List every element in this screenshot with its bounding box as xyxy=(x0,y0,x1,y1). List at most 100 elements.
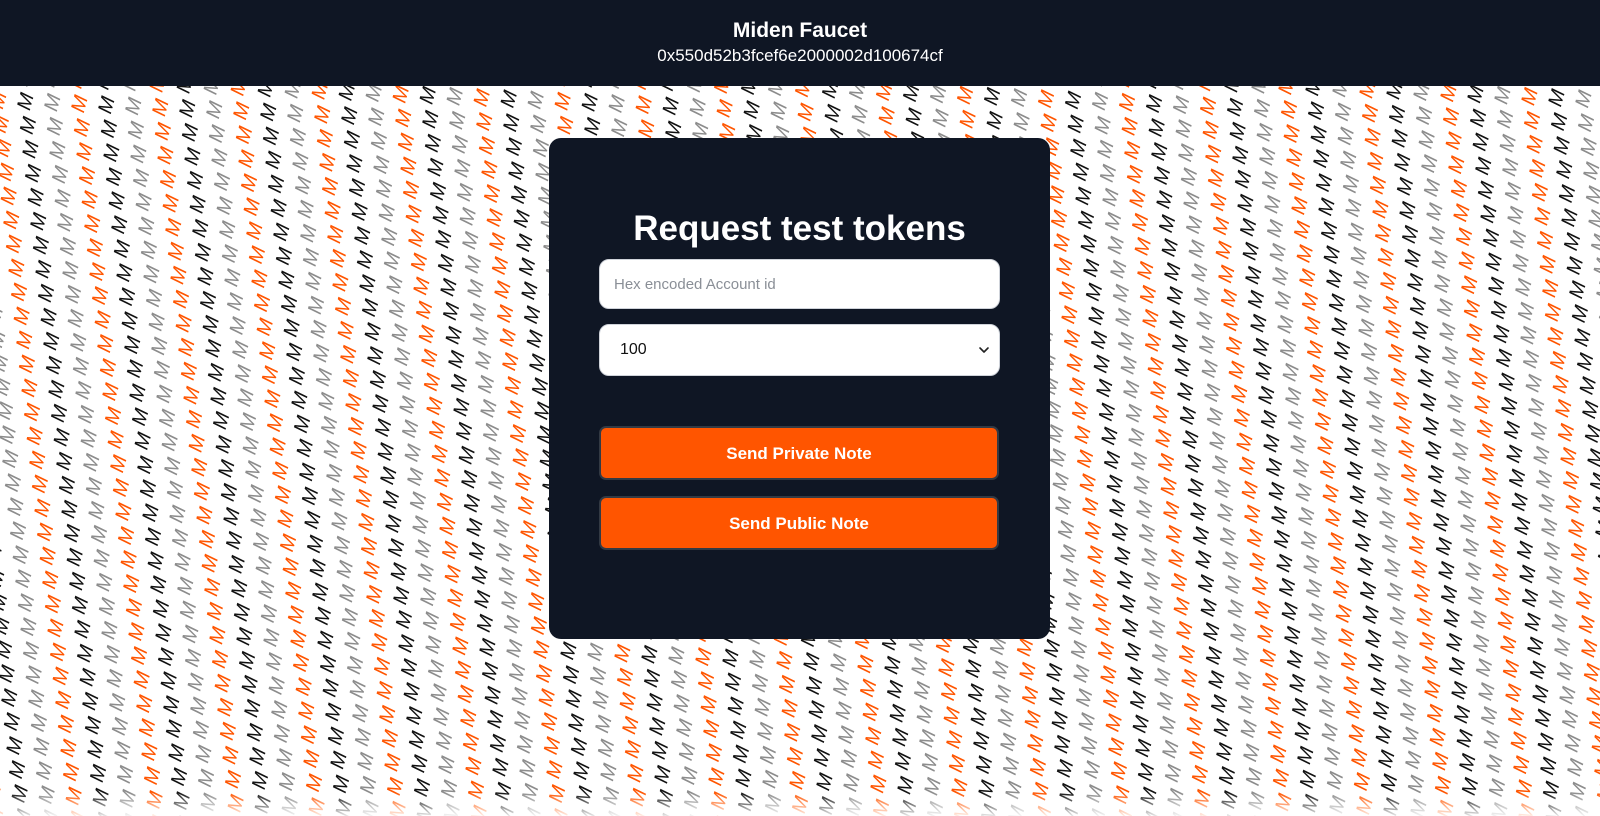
pattern-glyph: M xyxy=(1275,576,1301,598)
pattern-glyph: M xyxy=(339,368,365,390)
pattern-glyph: M xyxy=(1577,136,1600,158)
pattern-glyph: M xyxy=(462,516,488,538)
pattern-glyph: M xyxy=(1316,459,1342,481)
pattern-glyph: M xyxy=(1411,344,1437,366)
pattern-glyph: M xyxy=(1284,410,1310,432)
pattern-glyph: M xyxy=(1148,642,1174,664)
pattern-glyph: M xyxy=(0,687,23,709)
pattern-glyph: M xyxy=(1420,678,1446,700)
pattern-glyph: M xyxy=(369,154,395,176)
pattern-glyph: M xyxy=(313,128,339,150)
pattern-glyph: M xyxy=(650,764,676,786)
pattern-glyph: M xyxy=(132,693,158,715)
pattern-glyph: M xyxy=(1174,142,1200,164)
pattern-glyph: M xyxy=(1428,249,1454,271)
pattern-glyph: M xyxy=(479,422,505,444)
pattern-glyph: M xyxy=(56,737,82,759)
pattern-glyph: M xyxy=(1344,221,1370,243)
pattern-glyph: M xyxy=(430,467,456,489)
pattern-glyph: M xyxy=(1403,272,1429,294)
pattern-glyph: M xyxy=(1559,470,1585,492)
pattern-glyph: M xyxy=(0,352,13,374)
pattern-glyph: M xyxy=(1290,219,1316,241)
pattern-glyph: M xyxy=(107,214,133,236)
pattern-glyph: M xyxy=(333,558,359,580)
pattern-glyph: M xyxy=(915,728,941,750)
amount-select[interactable]: 100 xyxy=(599,324,1000,376)
pattern-glyph: M xyxy=(502,638,528,660)
send-public-note-button[interactable]: Send Public Note xyxy=(599,496,999,550)
pattern-glyph: M xyxy=(6,520,32,542)
pattern-glyph: M xyxy=(1225,359,1251,381)
pattern-glyph: M xyxy=(327,510,353,532)
pattern-glyph: M xyxy=(1369,700,1395,722)
pattern-glyph: M xyxy=(648,740,674,762)
pattern-glyph: M xyxy=(1169,94,1195,116)
pattern-glyph: M xyxy=(1141,332,1167,354)
pattern-glyph: M xyxy=(455,444,481,466)
pattern-glyph: M xyxy=(1590,256,1600,278)
pattern-glyph: M xyxy=(1185,238,1211,260)
pattern-glyph: M xyxy=(589,689,615,711)
pattern-glyph: M xyxy=(1066,137,1092,159)
pattern-glyph: M xyxy=(231,363,257,385)
pattern-glyph: M xyxy=(426,180,452,202)
pattern-glyph: M xyxy=(497,88,523,110)
pattern-glyph: M xyxy=(511,471,537,493)
pattern-glyph: M xyxy=(1198,358,1224,380)
pattern-glyph: M xyxy=(785,770,811,792)
pattern-glyph: M xyxy=(394,633,420,655)
pattern-glyph: M xyxy=(1406,296,1432,318)
pattern-glyph: M xyxy=(1402,510,1428,532)
pattern-glyph: M xyxy=(845,86,871,102)
pattern-glyph: M xyxy=(507,184,533,206)
pattern-glyph: M xyxy=(575,86,601,90)
pattern-glyph: M xyxy=(1248,575,1274,597)
pattern-glyph: M xyxy=(694,670,720,692)
pattern-glyph: M xyxy=(559,664,585,686)
pattern-glyph: M xyxy=(0,185,22,207)
pattern-glyph: M xyxy=(0,86,9,87)
pattern-glyph: M xyxy=(452,420,478,442)
pattern-glyph: M xyxy=(1283,648,1309,670)
pattern-glyph: M xyxy=(1060,328,1086,350)
pattern-glyph: M xyxy=(1475,442,1501,464)
pattern-glyph: M xyxy=(397,657,423,679)
pattern-glyph: M xyxy=(745,648,771,670)
pattern-glyph: M xyxy=(675,741,701,763)
pattern-glyph: M xyxy=(1238,479,1264,501)
pattern-glyph: M xyxy=(205,624,231,646)
pattern-glyph: M xyxy=(102,166,128,188)
send-private-note-button[interactable]: Send Private Note xyxy=(599,426,999,480)
pattern-glyph: M xyxy=(221,768,247,790)
pattern-glyph: M xyxy=(1523,134,1549,156)
pattern-glyph: M xyxy=(1323,770,1349,792)
pattern-glyph: M xyxy=(1056,543,1082,565)
account-id-input[interactable] xyxy=(599,259,1000,309)
pattern-glyph: M xyxy=(1528,683,1554,705)
pattern-glyph: M xyxy=(161,216,187,238)
pattern-glyph: M xyxy=(90,548,116,570)
pattern-glyph: M xyxy=(173,575,199,597)
pattern-glyph: M xyxy=(1510,515,1536,537)
pattern-glyph: M xyxy=(245,746,271,768)
pattern-glyph: M xyxy=(775,674,801,696)
pattern-glyph: M xyxy=(396,155,422,177)
pattern-glyph: M xyxy=(267,197,293,219)
pattern-glyph: M xyxy=(1262,456,1288,478)
pattern-glyph: M xyxy=(164,240,190,262)
pattern-glyph: M xyxy=(1286,434,1312,456)
pattern-glyph: M xyxy=(348,702,374,724)
pattern-glyph: M xyxy=(13,90,39,112)
pattern-glyph: M xyxy=(135,717,161,739)
pattern-glyph: M xyxy=(1359,604,1385,626)
pattern-glyph: M xyxy=(1159,500,1185,522)
pattern-glyph: M xyxy=(1389,390,1415,412)
pattern-glyph: M xyxy=(1482,753,1508,775)
pattern-glyph: M xyxy=(1144,356,1170,378)
pattern-glyph: M xyxy=(259,125,285,147)
pattern-glyph: M xyxy=(503,399,529,421)
pattern-glyph: M xyxy=(1205,430,1231,452)
pattern-glyph: M xyxy=(125,382,151,404)
pattern-glyph: M xyxy=(213,195,239,217)
